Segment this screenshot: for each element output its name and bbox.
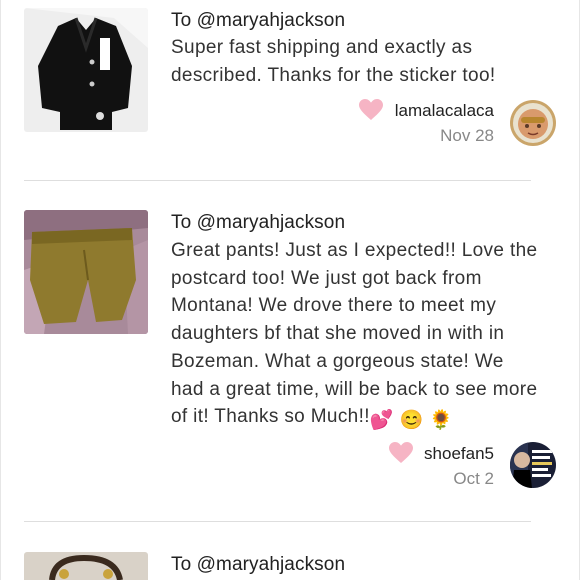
review-card: To @maryahjackson Super fast shipping an… [0,0,580,180]
review-date: Oct 2 [453,469,494,488]
review-date: Nov 28 [440,126,494,145]
smile-emoji: 😊 [399,410,424,432]
item-photo-olive-pants[interactable] [24,210,148,334]
hearts-emoji: 💕 [369,410,394,432]
review-text: Great pants! Just as I expected!! Love t… [171,237,541,435]
reviewer-username[interactable]: lamalacalaca [395,101,494,121]
item-photo-black-jacket[interactable] [24,8,148,132]
reviewer-avatar[interactable] [510,100,556,146]
review-recipient: To @maryahjackson [171,554,346,575]
sunflower-emoji: 🌻 [429,410,454,432]
review-recipient: To @maryahjackson [171,212,346,233]
review-text-content: Great pants! Just as I expected!! Love t… [171,240,538,428]
item-photo-bag[interactable] [24,552,148,580]
reviewer-username[interactable]: shoefan5 [424,444,494,464]
review-text: Super fast shipping and exactly as descr… [171,37,496,86]
review-recipient: To @maryahjackson [171,10,346,31]
review-card: To @maryahjackson Great pants! Just as I… [0,181,580,521]
heart-icon[interactable] [389,442,413,464]
review-card: To @maryahjackson [0,522,580,580]
heart-icon[interactable] [359,99,383,121]
reviewer-avatar[interactable] [510,442,556,488]
